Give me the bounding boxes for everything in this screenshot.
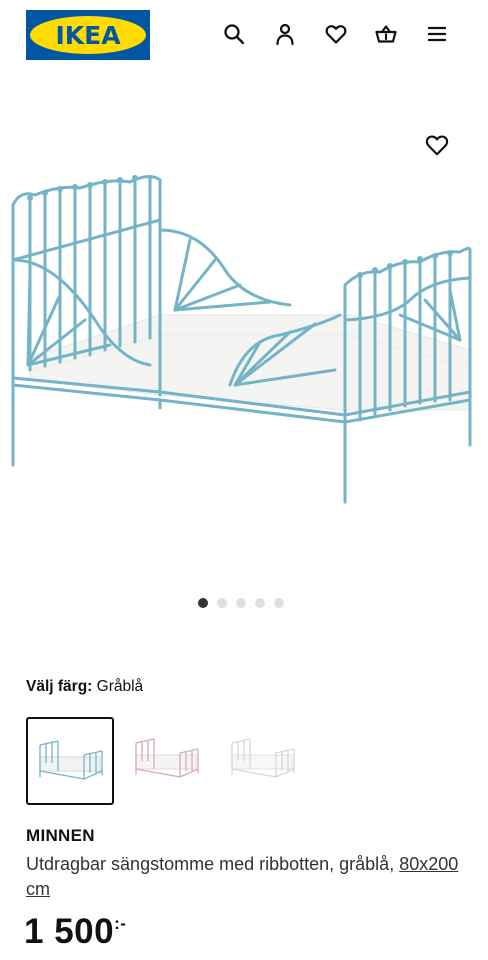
ikea-logo[interactable]: IKEA [26,10,150,60]
product-image[interactable] [0,110,488,590]
favorite-button[interactable] [424,132,450,158]
color-label: Välj färg: [26,678,93,695]
heart-icon[interactable] [322,20,350,48]
product-description-text: Utdragbar sängstomme med ribbotten, gråb… [26,854,400,874]
carousel-dot-2[interactable] [217,598,227,608]
swatch-white[interactable] [220,717,308,805]
price-suffix: :- [114,914,127,933]
price-main: 1 500 [24,912,115,951]
basket-icon[interactable] [372,20,400,48]
header: IKEA [0,0,488,68]
product-description: Utdragbar sängstomme med ribbotten, gråb… [26,852,466,902]
carousel-dot-4[interactable] [255,598,265,608]
swatch-grey-blue[interactable] [26,717,114,805]
carousel-dot-1[interactable] [198,598,208,608]
carousel-dot-3[interactable] [236,598,246,608]
menu-icon[interactable] [423,20,451,48]
color-selection-label: Välj färg: Gråblå [26,678,143,696]
swatch-pink[interactable] [124,717,212,805]
logo-oval: IKEA [30,16,146,54]
carousel-dot-5[interactable] [274,598,284,608]
color-value: Gråblå [96,678,144,695]
profile-icon[interactable] [271,20,299,48]
product-price: 1 500:- [24,912,126,952]
product-name: MINNEN [26,826,95,845]
search-icon[interactable] [220,20,248,48]
carousel-dots [198,598,284,610]
logo-text: IKEA [55,20,121,50]
heart-outline-icon [425,135,449,156]
